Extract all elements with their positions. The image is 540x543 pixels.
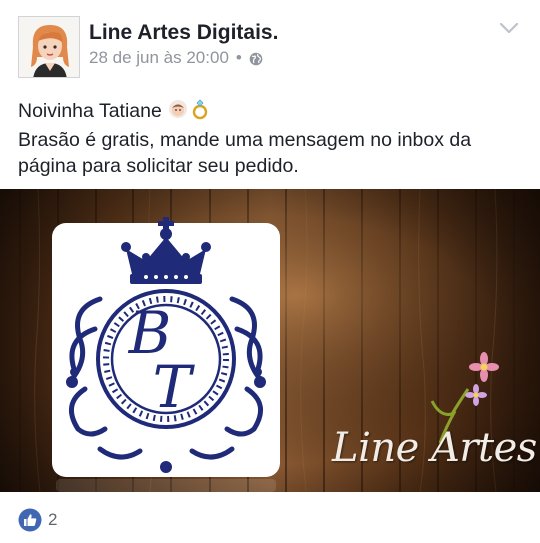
like-icon[interactable] [18, 508, 42, 532]
post-text: Noivinha Tatiane Brasão é gratis, mande … [18, 98, 523, 179]
post-text-line-1: Noivinha Tatiane [18, 98, 523, 127]
monogram-bottom: T [153, 353, 196, 421]
globe-icon[interactable] [249, 51, 263, 66]
post-text-line-3: página para solicitar seu pedido. [18, 155, 299, 177]
chevron-down-icon[interactable] [498, 20, 520, 36]
like-count[interactable]: 2 [48, 510, 57, 530]
post-meta: 28 de jun às 20:00 • [89, 48, 263, 68]
post-timestamp[interactable]: 28 de jun às 20:00 [89, 48, 229, 68]
post-text-line-2: Brasão é gratis, mande uma mensagem no i… [18, 129, 472, 151]
watermark-text: Line Artes [332, 425, 537, 471]
post-title: Noivinha Tatiane [18, 100, 162, 122]
post-header: Line Artes Digitais. 28 de jun às 20:00 … [0, 0, 540, 92]
ring-emoji-icon [189, 98, 211, 127]
bride-emoji-icon [167, 98, 189, 127]
avatar[interactable] [18, 16, 80, 78]
author-name[interactable]: Line Artes Digitais. [89, 21, 278, 45]
meta-separator: • [235, 48, 242, 67]
reactions-bar[interactable]: 2 [18, 508, 57, 532]
